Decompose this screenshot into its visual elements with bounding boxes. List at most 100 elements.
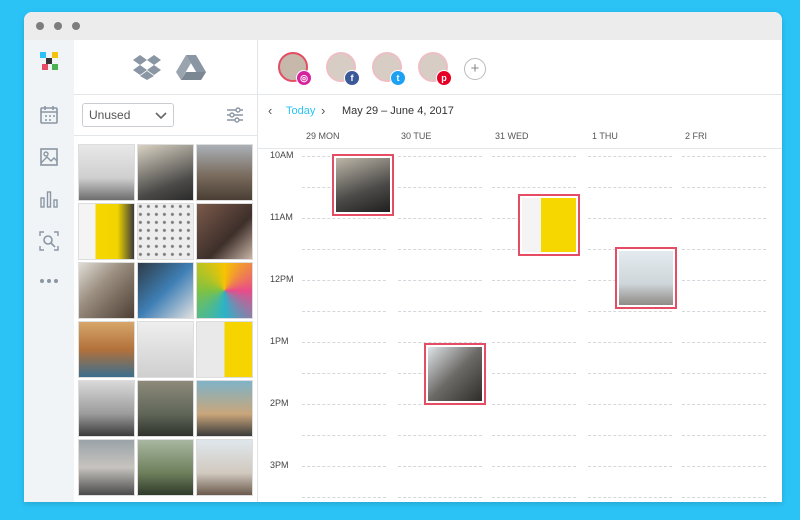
grid-line [492, 404, 576, 405]
prev-week-button[interactable]: ‹ [268, 103, 272, 118]
scheduled-post[interactable] [332, 154, 394, 216]
chevron-down-icon [155, 112, 167, 120]
grid-line [492, 156, 576, 157]
grid-line [588, 218, 672, 219]
grid-line [398, 466, 482, 467]
photo-thumbnail[interactable] [137, 203, 194, 260]
filter-selected-value: Unused [89, 108, 131, 122]
maximize-window-button[interactable] [72, 22, 80, 30]
grid-line [398, 311, 482, 312]
day-headers: 29 MON 30 TUE 31 WED 1 THU 2 FRI [258, 128, 782, 149]
photo-thumbnail[interactable] [78, 144, 135, 201]
hour-label: 1PM [270, 336, 289, 346]
grid-line [682, 435, 766, 436]
grid-line [588, 466, 672, 467]
day-header: 29 MON [306, 131, 340, 141]
grid-line [682, 497, 766, 498]
photo-thumbnail[interactable] [137, 439, 194, 496]
hour-label: 3PM [270, 460, 289, 470]
photo-thumbnail[interactable] [196, 321, 253, 378]
twitter-icon: t [390, 70, 406, 86]
grid-line [398, 156, 482, 157]
add-account-button[interactable]: + [464, 58, 486, 80]
photo-thumbnail[interactable] [78, 439, 135, 496]
hour-label: 10AM [270, 150, 294, 160]
day-header: 1 THU [592, 131, 618, 141]
time-column: 10AM 11AM 12PM 1PM 2PM 3PM [258, 150, 298, 502]
photo-thumbnail[interactable] [196, 262, 253, 319]
minimize-window-button[interactable] [54, 22, 62, 30]
grid-line [302, 497, 386, 498]
photo-thumbnail[interactable] [137, 321, 194, 378]
grid-line [398, 280, 482, 281]
scheduled-post[interactable] [424, 343, 486, 405]
grid-line [682, 156, 766, 157]
grid-line [588, 435, 672, 436]
grid-line [302, 218, 386, 219]
app-logo-icon[interactable] [38, 50, 62, 74]
photo-thumbnail[interactable] [78, 203, 135, 260]
photo-thumbnail[interactable] [196, 203, 253, 260]
scheduled-post[interactable] [518, 194, 580, 256]
grid-line [588, 404, 672, 405]
photo-thumbnail[interactable] [196, 380, 253, 437]
grid-line [682, 404, 766, 405]
next-week-button[interactable]: › [321, 103, 325, 118]
grid-line [302, 373, 386, 374]
pinterest-icon: p [436, 70, 452, 86]
grid-line [398, 187, 482, 188]
photo-thumbnail[interactable] [78, 262, 135, 319]
grid-line [588, 342, 672, 343]
library-filter-bar: Unused [74, 95, 257, 136]
instagram-icon: ◎ [296, 70, 312, 86]
grid-line [302, 404, 386, 405]
photo-thumbnail[interactable] [78, 321, 135, 378]
grid-line [492, 342, 576, 343]
google-drive-icon[interactable] [176, 54, 206, 80]
date-range: May 29 – June 4, 2017 [342, 105, 454, 117]
grid-line [588, 373, 672, 374]
filter-select[interactable]: Unused [82, 103, 174, 127]
grid-line [588, 187, 672, 188]
sidebar [24, 40, 75, 502]
grid-line [398, 497, 482, 498]
grid-line [682, 249, 766, 250]
photo-thumbnail[interactable] [137, 380, 194, 437]
analytics-icon[interactable] [38, 188, 60, 210]
grid-line [302, 249, 386, 250]
grid-line [302, 311, 386, 312]
grid-line [588, 311, 672, 312]
grid-line [682, 466, 766, 467]
photo-thumbnail[interactable] [137, 144, 194, 201]
grid-line [302, 466, 386, 467]
grid-line [588, 497, 672, 498]
post-image [619, 251, 673, 305]
today-button[interactable]: Today [286, 105, 315, 117]
photo-thumbnail[interactable] [78, 380, 135, 437]
grid-line [398, 218, 482, 219]
grid-line [492, 466, 576, 467]
grid-line [682, 311, 766, 312]
calendar-icon[interactable] [38, 104, 60, 126]
media-library: Unused [74, 40, 258, 502]
photo-thumbnail[interactable] [196, 144, 253, 201]
dropbox-icon[interactable] [132, 54, 162, 80]
app-window: Unused ◎ f t p + ‹ Today › May 29 – June… [24, 12, 782, 502]
sliders-icon[interactable] [225, 105, 245, 125]
scheduled-post[interactable] [615, 247, 677, 309]
grid-line [588, 156, 672, 157]
close-window-button[interactable] [36, 22, 44, 30]
post-image [428, 347, 482, 401]
post-image [336, 158, 390, 212]
search-icon[interactable] [38, 230, 60, 252]
photo-thumbnail[interactable] [196, 439, 253, 496]
image-icon[interactable] [38, 146, 60, 168]
photo-thumbnail[interactable] [137, 262, 194, 319]
hour-label: 11AM [270, 212, 293, 222]
grid-line [302, 435, 386, 436]
calendar-nav: ‹ Today › May 29 – June 4, 2017 [258, 100, 782, 122]
grid-line [302, 342, 386, 343]
grid-line [302, 280, 386, 281]
facebook-icon: f [344, 70, 360, 86]
more-icon[interactable] [38, 274, 60, 288]
